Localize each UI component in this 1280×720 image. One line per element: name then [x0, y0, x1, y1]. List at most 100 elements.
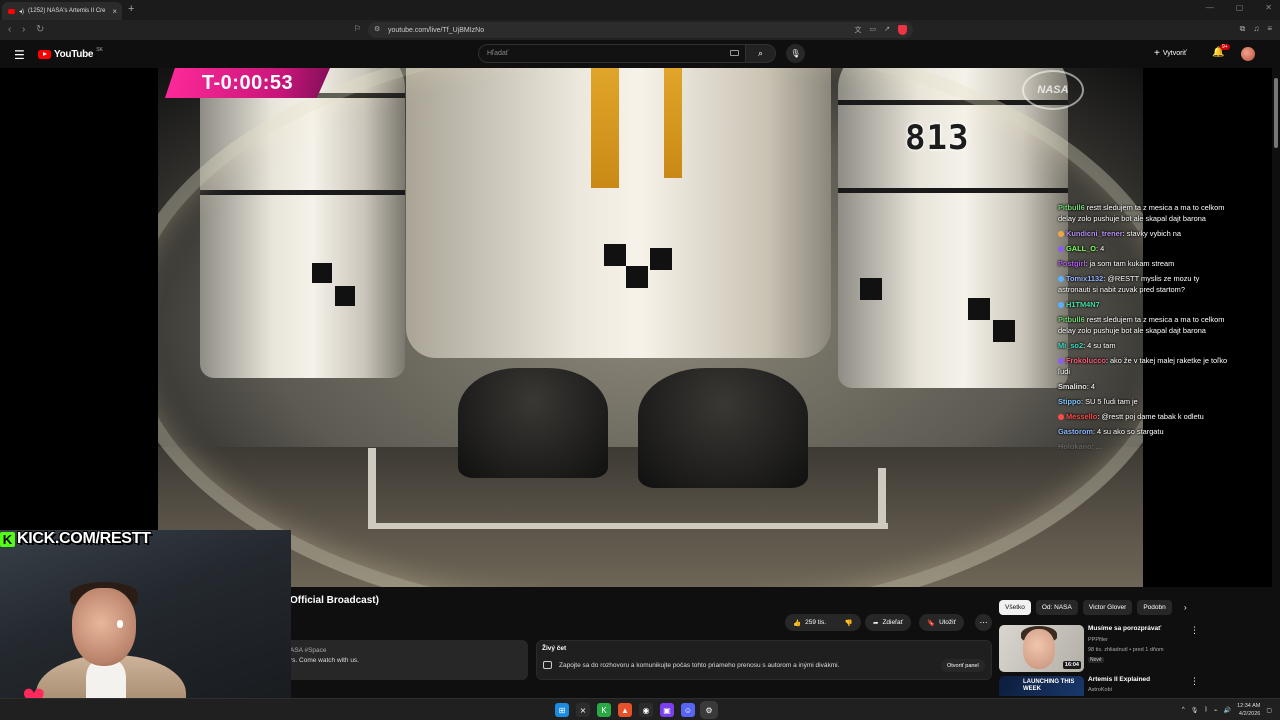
- hamburger-menu-icon[interactable]: ☰: [14, 48, 25, 62]
- description-box[interactable]: ASA #Space rs. Come watch with us.: [290, 640, 528, 680]
- description-tags[interactable]: ASA #Space: [290, 646, 528, 656]
- xbox-icon[interactable]: ⨯: [576, 703, 590, 717]
- chat-message: Pitbull6 restt sledujem ta z mesica a ma…: [1058, 314, 1228, 336]
- scrollbar-thumb[interactable]: [1274, 78, 1278, 148]
- chat-username: Smalino: [1058, 382, 1087, 391]
- search-input[interactable]: Hľadať: [478, 44, 746, 63]
- open-panel-button[interactable]: Otvoriť panel: [941, 659, 985, 672]
- rec-channel[interactable]: AstroKobi: [1088, 687, 1112, 693]
- minimize-icon[interactable]: —: [1206, 3, 1214, 12]
- account-avatar[interactable]: [1241, 47, 1255, 61]
- menu-icon[interactable]: ≡: [1267, 24, 1272, 34]
- kick-channel-text: KICK.COM/RESTT: [17, 530, 151, 547]
- url-actions: 文 ▭ ↗: [855, 25, 907, 35]
- save-button[interactable]: 🔖 Uložiť: [919, 614, 964, 631]
- forward-icon[interactable]: ›: [22, 24, 25, 35]
- taskbar-clock[interactable]: 12:34 AM 4/2/2026: [1237, 702, 1260, 718]
- mic-tray-icon[interactable]: 🎙: [1191, 707, 1199, 714]
- tray-chevron-icon[interactable]: ^: [1182, 707, 1185, 713]
- bluetooth-icon[interactable]: ᛒ: [1204, 707, 1208, 713]
- more-actions-icon[interactable]: ⋯: [975, 614, 992, 631]
- audio-icon: ◂): [19, 8, 25, 15]
- volume-icon[interactable]: 🔊: [1224, 707, 1231, 714]
- rec-title[interactable]: Musíme sa porozprávať: [1088, 625, 1161, 632]
- cast-icon[interactable]: ▭: [870, 25, 877, 35]
- notifications-badge: 9+: [1220, 44, 1230, 50]
- chat-badge-icon: [1058, 357, 1064, 364]
- video-thumbnail[interactable]: 16:04: [999, 625, 1084, 672]
- maximize-icon[interactable]: ▢: [1236, 3, 1244, 12]
- close-window-icon[interactable]: ✕: [1265, 3, 1272, 12]
- recommendation-item[interactable]: 16:04 Musíme sa porozprávať PPPfiler 98 …: [999, 625, 1269, 673]
- youtube-masthead: ☰ YouTube SK Hľadať ⌕ 🎙 + Vytvoriť 🔔 9+: [0, 40, 1280, 68]
- like-dislike-group[interactable]: 👍 259 tis. 👎: [785, 614, 861, 631]
- create-button[interactable]: + Vytvoriť: [1154, 48, 1187, 59]
- youtube-logo[interactable]: YouTube SK: [38, 46, 103, 60]
- rec-menu-icon[interactable]: ⋮: [1190, 625, 1199, 636]
- network-icon[interactable]: ⌁: [1214, 707, 1218, 714]
- voice-search-button[interactable]: 🎙: [786, 44, 805, 63]
- kick-logo-icon: K: [0, 531, 15, 547]
- filter-chip[interactable]: Od: NASA: [1035, 600, 1078, 615]
- search-button[interactable]: ⌕: [746, 44, 776, 63]
- like-count: 259 tis.: [805, 619, 827, 626]
- rec-title[interactable]: Artemis II Explained: [1088, 676, 1150, 683]
- bookmark-icon[interactable]: ⚐: [354, 24, 361, 33]
- streamer-webcam: ♥: [0, 530, 291, 720]
- url-field[interactable]: ⚙ youtube.com/live/Tf_UjBMIzNo 文 ▭ ↗: [368, 22, 913, 38]
- back-icon[interactable]: ‹: [8, 24, 11, 35]
- countdown-banner: T-0:00:53: [165, 68, 330, 98]
- share-arrow-icon: ➦: [873, 619, 879, 627]
- site-info-icon[interactable]: ⚙: [374, 25, 380, 33]
- taskbar-apps: ⊞ ⨯ K ▲ ◉ ▣ ☺ ⚙: [555, 703, 716, 717]
- chevron-right-icon[interactable]: ›: [1184, 603, 1187, 612]
- close-tab-icon[interactable]: ×: [112, 7, 117, 16]
- keyboard-icon[interactable]: [730, 50, 739, 56]
- video-player[interactable]: T-0:00:53 813 NASA Pitbull6 restt sleduj…: [0, 68, 1272, 587]
- country-code: SK: [96, 46, 103, 53]
- discord-icon[interactable]: ☺: [681, 703, 695, 717]
- share-button[interactable]: ➦ Zdieľať: [865, 614, 912, 631]
- filter-chip[interactable]: Podobn: [1137, 600, 1172, 615]
- live-chat-text: Zapojte sa do rozhovoru a komunikujte po…: [559, 662, 840, 669]
- windows-start-icon[interactable]: ⊞: [555, 703, 569, 717]
- twitch-icon[interactable]: ▣: [660, 703, 674, 717]
- like-icon[interactable]: 👍: [793, 619, 801, 627]
- dislike-icon[interactable]: 👎: [845, 619, 853, 627]
- filter-chip[interactable]: Všetko: [999, 600, 1031, 615]
- video-duration: 16:04: [1062, 661, 1081, 669]
- steam-icon[interactable]: ⚙: [702, 703, 716, 717]
- extensions-icon[interactable]: ⧉: [1240, 24, 1246, 34]
- brave-browser-icon[interactable]: ▲: [618, 703, 632, 717]
- rec-channel[interactable]: PPPfiler: [1088, 637, 1108, 643]
- video-title: Official Broadcast): [290, 595, 379, 606]
- window-controls: — ▢ ✕: [1206, 3, 1272, 12]
- chat-badge-icon: [1058, 245, 1064, 252]
- reload-icon[interactable]: ↻: [36, 24, 44, 35]
- share-icon[interactable]: ↗: [884, 25, 890, 35]
- chat-text: : 4 su tam: [1083, 341, 1116, 350]
- filter-chips: Všetko Od: NASA Victor Glover Podobn: [999, 600, 1172, 615]
- brave-shield-icon[interactable]: [898, 25, 907, 35]
- obs-icon[interactable]: ◉: [639, 703, 653, 717]
- kick-app-icon[interactable]: K: [597, 703, 611, 717]
- youtube-play-icon: [38, 50, 51, 59]
- page-scrollbar[interactable]: [1272, 68, 1280, 690]
- media-icon[interactable]: ♫: [1253, 24, 1259, 34]
- chat-text: : stavky vybich na: [1122, 229, 1181, 238]
- video-thumbnail[interactable]: LAUNCHING THIS WEEK: [999, 676, 1084, 696]
- save-label: Uložiť: [939, 619, 956, 626]
- new-tab-button[interactable]: +: [128, 3, 134, 15]
- address-bar-row: ‹ › ↻ ⚐ ⚙ youtube.com/live/Tf_UjBMIzNo 文…: [0, 20, 1280, 40]
- recommendation-item[interactable]: LAUNCHING THIS WEEK Artemis II Explained…: [999, 676, 1269, 696]
- chat-message: Frokolucco: ako že v takej malej raketke…: [1058, 355, 1228, 377]
- filter-chip[interactable]: Victor Glover: [1082, 600, 1133, 615]
- browser-tab[interactable]: ◂) (1252) NASA's Artemis II Cre ×: [2, 2, 122, 20]
- notification-center-icon[interactable]: ▢: [1266, 707, 1272, 714]
- chat-message: H1TM4N7: [1058, 299, 1228, 310]
- search-placeholder: Hľadať: [487, 50, 509, 57]
- rec-menu-icon[interactable]: ⋮: [1190, 676, 1199, 687]
- translate-icon[interactable]: 文: [855, 25, 862, 35]
- chat-text: : 4: [1086, 382, 1095, 391]
- chat-bubble-icon: [543, 661, 552, 669]
